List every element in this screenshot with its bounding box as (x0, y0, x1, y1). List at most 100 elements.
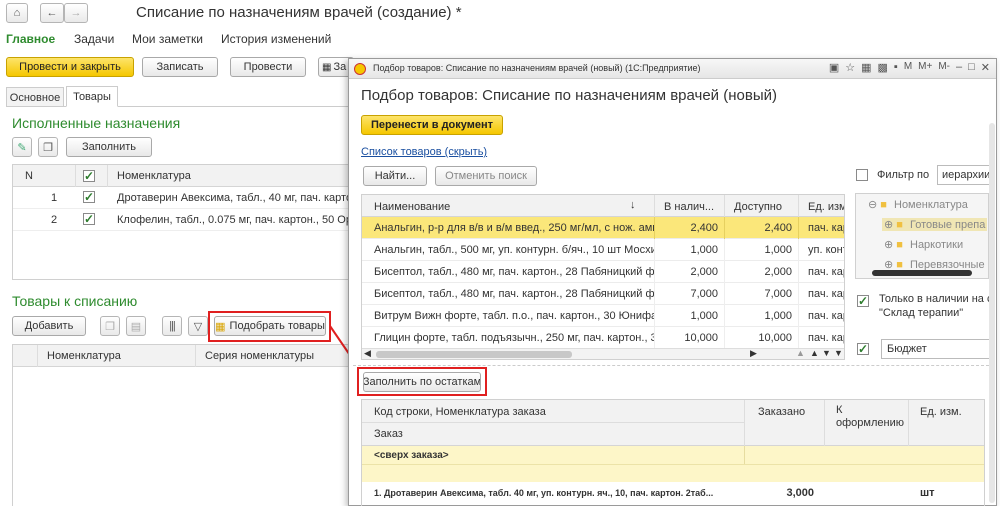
calc-icon[interactable]: ▩ (878, 61, 888, 74)
col-divider (654, 261, 655, 283)
goods-rows: Анальгин, р-р для в/в и в/м введ., 250 м… (362, 217, 845, 351)
dialog-titlebar[interactable]: Подбор товаров: Списание по назначениям … (349, 59, 996, 79)
col-divider (798, 239, 799, 261)
col-divider (798, 283, 799, 305)
back-button[interactable]: ← (40, 3, 64, 23)
nav-main[interactable]: Главное (6, 32, 55, 46)
row-checkbox[interactable]: ✓ (83, 213, 95, 225)
tab-goods[interactable]: Товары (66, 86, 118, 107)
calculator-icon[interactable]: ▪ (894, 61, 898, 74)
transfer-button[interactable]: Перенести в документ (361, 115, 503, 135)
close-icon[interactable]: ✕ (981, 61, 990, 74)
app-logo-icon (354, 63, 366, 75)
order-row-name: 1. Дротаверин Авексима, табл. 40 мг, уп.… (374, 488, 714, 498)
pencil-icon: ✎ (17, 141, 27, 154)
maximize-icon[interactable]: □ (968, 61, 975, 74)
minimize-icon[interactable]: – (956, 61, 962, 74)
row-name: Дротаверин Авексима, табл., 40 мг, пач. … (117, 192, 351, 204)
row-checkbox[interactable]: ✓ (83, 191, 95, 203)
budget-checkbox[interactable]: ✓ (857, 343, 869, 355)
tree-item-ready[interactable]: ⊕ ■ Готовые препа (882, 218, 988, 231)
scroll-left-icon[interactable]: ◀ (364, 348, 371, 359)
filter-button[interactable]: ▽ (188, 316, 208, 336)
dialog-vscroll[interactable] (989, 123, 995, 503)
copy-row-button[interactable]: ❐ (100, 316, 120, 336)
tree-hscroll[interactable] (872, 270, 972, 276)
calendar-icon[interactable]: ▦ (861, 61, 871, 74)
col-unit-header: Ед. изм. (808, 201, 844, 213)
col-divider (744, 446, 745, 464)
cancel-find-button[interactable]: Отменить поиск (435, 166, 537, 186)
goods-name: Бисептол, табл., 480 мг, пач. картон., 2… (374, 288, 654, 300)
nav-notes[interactable]: Мои заметки (132, 32, 203, 46)
group-row[interactable]: <сверх заказа> (362, 446, 984, 482)
order-row[interactable]: 1. Дротаверин Авексима, табл. 40 мг, уп.… (362, 482, 984, 504)
table-row[interactable]: 1 ✓ Дротаверин Авексима, табл., 40 мг, п… (13, 187, 351, 209)
filter-checkbox[interactable] (856, 169, 868, 181)
nav-last-icon[interactable]: ▼ (834, 348, 843, 358)
scroll-right-icon[interactable]: ▶ (750, 348, 757, 359)
col-divider (798, 327, 799, 349)
scroll-thumb[interactable] (376, 351, 572, 358)
goods-unit: пач. карт (808, 222, 844, 234)
folder-icon: ■ (896, 219, 903, 231)
col-divider (107, 165, 108, 187)
only-in-stock-label: Только в наличии на ск (879, 293, 995, 305)
memory-plus-icon[interactable]: M+ (918, 61, 932, 74)
section-done-title: Исполненные назначения (12, 115, 181, 131)
tree-item-label: Готовые препа (910, 219, 986, 231)
home-button[interactable]: ⌂ (6, 3, 28, 23)
forward-button[interactable]: → (64, 3, 88, 23)
goods-in-stock: 2,000 (690, 266, 718, 278)
tab-goods-label: Товары (73, 90, 111, 103)
table-row[interactable]: Анальгин, табл., 500 мг, уп. контурн. б/… (362, 239, 845, 261)
memory-icon[interactable]: M (904, 61, 912, 74)
fill-button[interactable]: Заполнить (66, 137, 152, 157)
table-row[interactable]: Бисептол, табл., 480 мг, пач. картон., 2… (362, 261, 844, 283)
edit-button[interactable]: ✎ (12, 137, 32, 157)
warehouse-label: "Склад терапии" (879, 307, 964, 319)
table-row[interactable]: 2 ✓ Клофелин, табл., 0.075 мг, пач. карт… (13, 209, 351, 231)
goods-hscroll[interactable]: ◀ ▶ ▲ ▲ ▼ ▼ (362, 348, 844, 359)
goods-list-link[interactable]: Список товаров (скрыть) (361, 146, 487, 158)
goods-name: Анальгин, р-р для в/в и в/м введ., 250 м… (374, 222, 654, 234)
nav-history[interactable]: История изменений (221, 32, 331, 46)
filter-field[interactable]: иерархии (937, 165, 995, 185)
table-row[interactable]: Анальгин, р-р для в/в и в/м введ., 250 м… (362, 217, 844, 239)
nav-first-icon[interactable]: ▲ (796, 348, 805, 358)
table-row[interactable]: Витрум Вижн форте, табл. п.о., пач. карт… (362, 305, 844, 327)
favorite-icon[interactable]: ☆ (845, 61, 855, 74)
tab-main-label: Основное (9, 91, 61, 104)
only-in-stock-checkbox[interactable]: ✓ (857, 295, 869, 307)
col-divider (724, 283, 725, 305)
highlight-fill-rest (357, 367, 487, 396)
tree-item-root[interactable]: ⊖ ■ Номенклатура (868, 198, 968, 211)
col-nomenclature-header: Номенклатура (47, 350, 121, 362)
nav-up-icon[interactable]: ▲ (810, 348, 819, 358)
paste-button[interactable]: ▤ (126, 316, 146, 336)
memory-minus-icon[interactable]: M- (938, 61, 950, 74)
tab-main[interactable]: Основное (6, 87, 64, 107)
find-button[interactable]: Найти... (363, 166, 427, 186)
goods-unit: уп. конт (808, 244, 845, 256)
post-button[interactable]: Провести (230, 57, 306, 77)
barcode-button[interactable]: ||| (162, 316, 182, 336)
table-row[interactable]: Глицин форте, табл. подъязычн., 250 мг, … (362, 327, 844, 349)
dialog-title: Подбор товаров: Списание по назначениям … (361, 87, 777, 104)
copy-button[interactable]: ❐ (38, 137, 58, 157)
table-row[interactable]: Бисептол, табл., 480 мг, пач. картон., 2… (362, 283, 844, 305)
goods-name: Витрум Вижн форте, табл. п.о., пач. карт… (374, 310, 654, 322)
extra-button-label: За (333, 61, 347, 73)
col-divider (654, 327, 655, 349)
budget-field[interactable]: Бюджет (881, 339, 995, 359)
nav-down-icon[interactable]: ▼ (822, 348, 831, 358)
tree-item-narcotics[interactable]: ⊕ ■ Наркотики (884, 238, 963, 251)
col-divider (724, 217, 725, 239)
add-button[interactable]: Добавить (12, 316, 86, 336)
sort-down-icon[interactable]: ↓ (630, 199, 636, 211)
save-button[interactable]: Записать (142, 57, 218, 77)
col-unit-header: Ед. изм. (920, 406, 962, 418)
post-and-close-button[interactable]: Провести и закрыть (6, 57, 134, 77)
nav-tasks[interactable]: Задачи (74, 32, 114, 46)
link-icon[interactable]: ▣ (829, 61, 839, 74)
